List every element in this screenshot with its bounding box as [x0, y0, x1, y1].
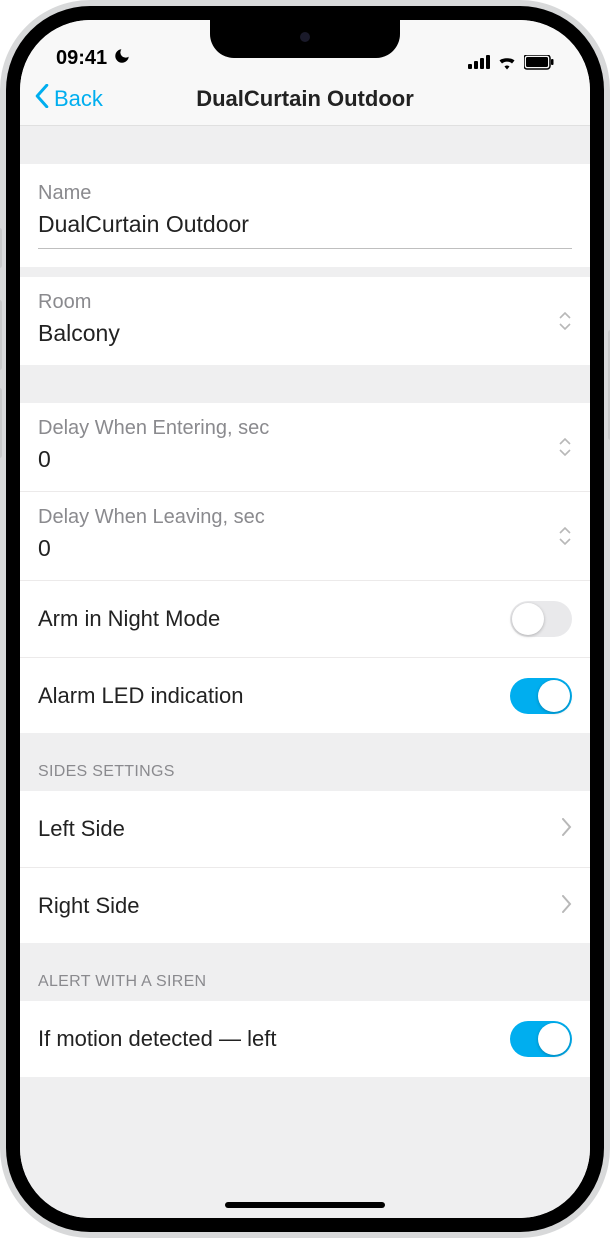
motion-left-label: If motion detected — left: [38, 1026, 276, 1052]
page-title: DualCurtain Outdoor: [20, 86, 590, 112]
chevron-right-icon: [562, 815, 572, 843]
arm-night-label: Arm in Night Mode: [38, 606, 220, 632]
delay-leave-value: 0: [38, 535, 572, 562]
delay-enter-label: Delay When Entering, sec: [38, 417, 572, 440]
room-label: Room: [38, 291, 572, 314]
delay-leaving-selector[interactable]: Delay When Leaving, sec 0: [20, 492, 590, 580]
home-indicator[interactable]: [225, 1202, 385, 1208]
status-time: 09:41: [56, 47, 107, 70]
right-side-row[interactable]: Right Side: [20, 867, 590, 943]
name-field[interactable]: Name DualCurtain Outdoor: [20, 164, 590, 267]
name-label: Name: [38, 182, 572, 205]
alarm-led-label: Alarm LED indication: [38, 683, 243, 709]
stepper-icon: [558, 312, 572, 330]
name-value: DualCurtain Outdoor: [38, 211, 572, 238]
room-value: Balcony: [38, 320, 572, 347]
alert-siren-header: ALERT WITH A SIREN: [20, 943, 590, 1001]
nav-bar: Back DualCurtain Outdoor: [20, 72, 590, 126]
stepper-icon: [558, 438, 572, 456]
left-side-row[interactable]: Left Side: [20, 791, 590, 867]
arm-night-row: Arm in Night Mode: [20, 581, 590, 657]
battery-icon: [524, 55, 554, 70]
chevron-right-icon: [562, 892, 572, 920]
delay-enter-value: 0: [38, 446, 572, 473]
settings-content: Name DualCurtain Outdoor Room Balcony De…: [20, 126, 590, 1218]
cellular-icon: [468, 55, 490, 69]
wifi-icon: [497, 54, 517, 70]
stepper-icon: [558, 527, 572, 545]
back-label: Back: [54, 86, 103, 112]
alarm-led-row: Alarm LED indication: [20, 657, 590, 733]
room-selector[interactable]: Room Balcony: [20, 277, 590, 365]
alarm-led-toggle[interactable]: [510, 678, 572, 714]
motion-left-toggle[interactable]: [510, 1021, 572, 1057]
motion-left-row: If motion detected — left: [20, 1001, 590, 1077]
back-button[interactable]: Back: [20, 84, 103, 114]
arm-night-toggle[interactable]: [510, 601, 572, 637]
left-side-label: Left Side: [38, 816, 125, 842]
delay-entering-selector[interactable]: Delay When Entering, sec 0: [20, 403, 590, 491]
right-side-label: Right Side: [38, 893, 140, 919]
sides-settings-header: SIDES SETTINGS: [20, 733, 590, 791]
notch: [210, 20, 400, 58]
do-not-disturb-icon: [113, 47, 131, 70]
chevron-left-icon: [34, 84, 50, 114]
delay-leave-label: Delay When Leaving, sec: [38, 506, 572, 529]
